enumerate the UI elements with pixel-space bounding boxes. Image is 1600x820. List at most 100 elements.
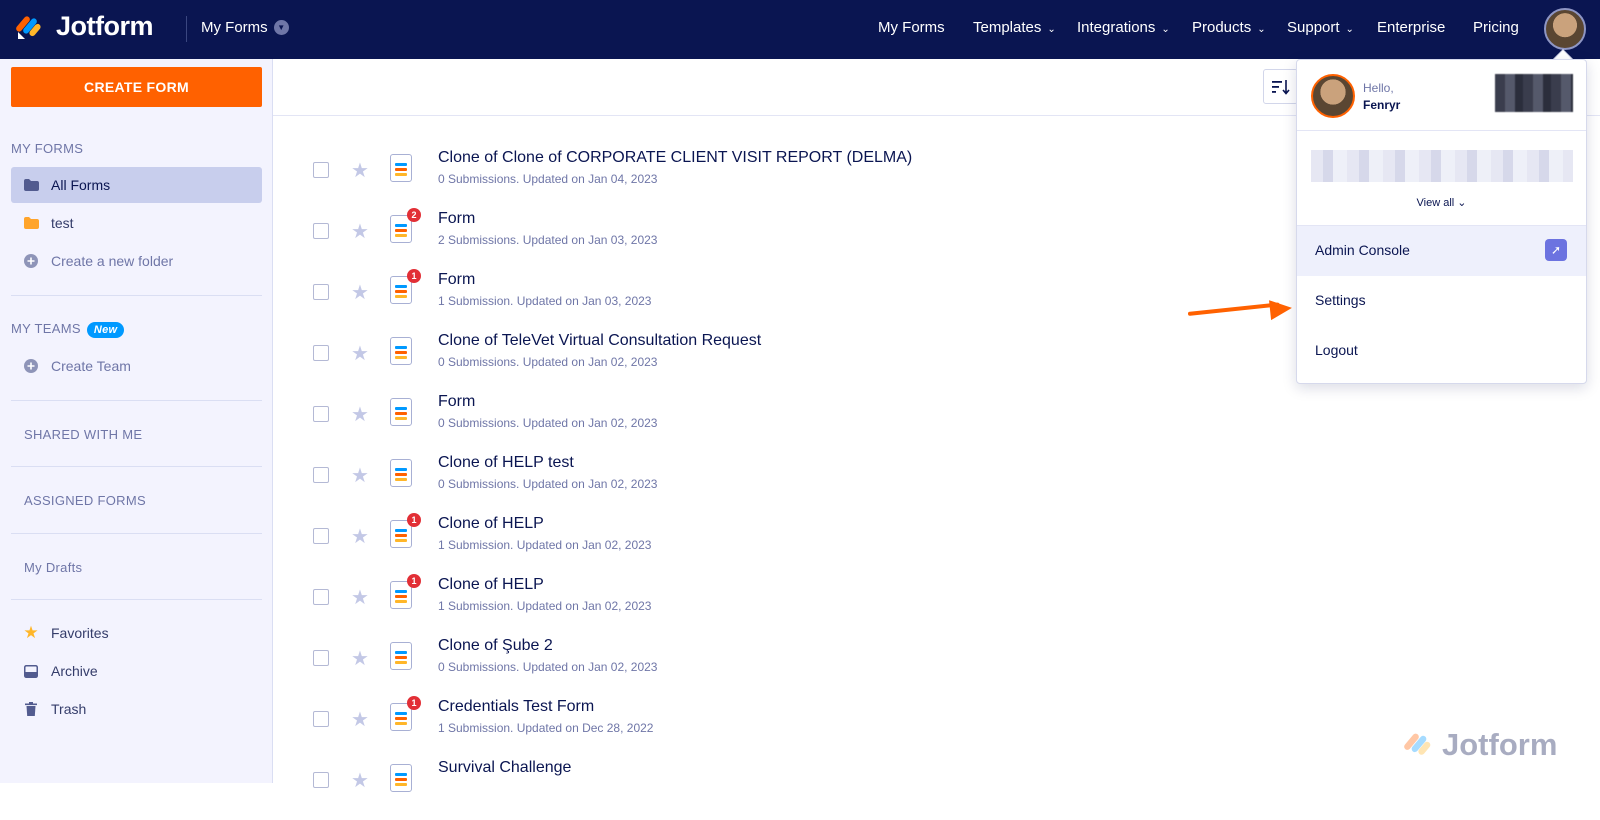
select-checkbox[interactable]: [313, 345, 329, 361]
my-forms-dropdown[interactable]: My Forms ▼: [201, 19, 289, 36]
settings-item[interactable]: Settings: [1315, 292, 1366, 308]
nav-support-label: Support: [1287, 19, 1340, 36]
nav-products[interactable]: Products ⌄: [1192, 19, 1266, 36]
form-row[interactable]: ★ Form 0 Submissions. Updated on Jan 02, 2…: [273, 393, 1273, 454]
star-icon[interactable]: ★: [351, 524, 369, 549]
trash-icon: [23, 702, 39, 716]
nav-support[interactable]: Support ⌄: [1287, 19, 1354, 36]
form-title[interactable]: Credentials Test Form: [438, 698, 594, 716]
select-checkbox[interactable]: [313, 711, 329, 727]
star-icon[interactable]: ★: [351, 280, 369, 305]
form-title[interactable]: Clone of HELP test: [438, 454, 574, 472]
form-title[interactable]: Clone of HELP: [438, 576, 544, 594]
form-title[interactable]: Clone of HELP: [438, 515, 544, 533]
divider: [11, 466, 262, 467]
star-icon[interactable]: ★: [351, 158, 369, 183]
create-team-button[interactable]: Create Team: [11, 348, 262, 384]
form-row[interactable]: ★ Clone of HELP test 0 Submissions. Update…: [273, 454, 1273, 515]
select-checkbox[interactable]: [313, 589, 329, 605]
top-navbar: Jotform My Forms ▼ My Forms Templates ⌄ I…: [0, 0, 1600, 59]
sidebar-item-label: All Forms: [51, 177, 111, 193]
nav-pricing[interactable]: Pricing: [1473, 19, 1519, 36]
view-all-label: View all: [1416, 197, 1455, 209]
form-meta: 0 Submissions. Updated on Jan 02, 2023: [438, 355, 658, 369]
select-checkbox[interactable]: [313, 223, 329, 239]
create-form-button[interactable]: CREATE FORM: [11, 67, 262, 107]
star-icon[interactable]: ★: [351, 463, 369, 488]
nav-templates[interactable]: Templates ⌄: [973, 19, 1056, 36]
star-icon[interactable]: ★: [351, 585, 369, 610]
form-meta: 0 Submissions. Updated on Jan 04, 2023: [438, 172, 658, 186]
jotform-watermark: Jotform: [1404, 727, 1557, 763]
select-checkbox[interactable]: [313, 528, 329, 544]
form-title[interactable]: Survival Challenge: [438, 759, 571, 777]
plus-circle-icon: [23, 254, 39, 268]
create-folder-button[interactable]: Create a new folder: [11, 243, 262, 279]
form-row[interactable]: ★ 1 Clone of HELP 1 Submission. Updated on …: [273, 513, 1273, 576]
nav-integrations[interactable]: Integrations ⌄: [1077, 19, 1170, 36]
my-teams-label: MY TEAMS: [11, 321, 81, 336]
create-folder-label: Create a new folder: [51, 253, 174, 269]
form-row[interactable]: ★ 2 Form 2 Submissions. Updated on Jan 03, …: [273, 208, 1273, 271]
form-title[interactable]: Clone of TeleVet Virtual Consultation Re…: [438, 332, 761, 350]
select-checkbox[interactable]: [313, 284, 329, 300]
chevron-down-icon: ⌄: [1257, 24, 1266, 35]
logout-item[interactable]: Logout: [1315, 342, 1358, 358]
user-avatar-button[interactable]: [1544, 8, 1586, 50]
sidebar-item-label: Trash: [51, 701, 87, 717]
create-team-label: Create Team: [51, 358, 131, 374]
view-all-button[interactable]: View all ⌄: [1297, 196, 1586, 209]
annotation-arrow-head: [1269, 297, 1293, 321]
assigned-forms-link[interactable]: ASSIGNED FORMS: [24, 493, 146, 508]
form-meta: 1 Submission. Updated on Jan 02, 2023: [438, 538, 652, 552]
my-drafts-link[interactable]: My Drafts: [24, 560, 82, 575]
form-row[interactable]: ★ Survival Challenge: [273, 759, 1273, 820]
chevron-down-icon: ⌄: [1345, 24, 1354, 35]
form-row[interactable]: ★ 1 Credentials Test Form 1 Submission. Upd…: [273, 696, 1273, 759]
sort-button[interactable]: [1263, 69, 1298, 104]
nav-products-label: Products: [1192, 19, 1252, 36]
nav-integrations-label: Integrations: [1077, 19, 1156, 36]
submission-count-badge: 1: [407, 696, 421, 710]
submission-count-badge: 1: [407, 574, 421, 588]
hello-text: Hello,: [1363, 81, 1394, 95]
star-icon[interactable]: ★: [351, 219, 369, 244]
select-checkbox[interactable]: [313, 467, 329, 483]
sidebar-item-trash[interactable]: Trash: [11, 691, 262, 727]
form-title[interactable]: Clone of Clone of CORPORATE CLIENT VISIT…: [438, 149, 912, 167]
form-icon: [390, 154, 412, 182]
form-meta: 0 Submissions. Updated on Jan 02, 2023: [438, 416, 658, 430]
shared-with-me-link[interactable]: SHARED WITH ME: [24, 427, 142, 442]
select-checkbox[interactable]: [313, 406, 329, 422]
jotform-logo[interactable]: Jotform: [16, 11, 154, 42]
form-row[interactable]: ★ Clone of TeleVet Virtual Consultation R…: [273, 332, 1273, 393]
admin-console-item[interactable]: Admin Console ➚: [1297, 226, 1586, 276]
form-icon: [390, 764, 412, 792]
star-icon[interactable]: ★: [351, 707, 369, 732]
select-checkbox[interactable]: [313, 772, 329, 788]
form-title[interactable]: Form: [438, 393, 475, 411]
sort-icon: [1271, 79, 1290, 95]
star-icon[interactable]: ★: [351, 341, 369, 366]
form-row[interactable]: ★ 1 Clone of HELP 1 Submission. Updated on …: [273, 574, 1273, 637]
form-title[interactable]: Clone of Şube 2: [438, 637, 553, 655]
divider: [11, 599, 262, 600]
star-icon[interactable]: ★: [351, 768, 369, 793]
form-icon: [390, 398, 412, 426]
star-icon[interactable]: ★: [351, 402, 369, 427]
select-checkbox[interactable]: [313, 650, 329, 666]
form-row[interactable]: ★ Clone of Clone of CORPORATE CLIENT VISI…: [273, 149, 1273, 210]
form-title[interactable]: Form: [438, 271, 475, 289]
star-icon[interactable]: ★: [351, 646, 369, 671]
user-menu-dropdown: Hello, Fenryr View all ⌄ Admin Console ➚…: [1296, 59, 1587, 384]
select-checkbox[interactable]: [313, 162, 329, 178]
sidebar-item-archive[interactable]: Archive: [11, 653, 262, 689]
nav-my-forms[interactable]: My Forms: [878, 19, 945, 36]
sidebar-item-all-forms[interactable]: All Forms: [11, 167, 262, 203]
sidebar-item-favorites[interactable]: ★ Favorites: [11, 615, 262, 651]
sidebar-item-test[interactable]: test: [11, 205, 262, 241]
form-title[interactable]: Form: [438, 210, 475, 228]
form-row[interactable]: ★ Clone of Şube 2 0 Submissions. Updated o…: [273, 637, 1273, 698]
nav-enterprise[interactable]: Enterprise: [1377, 19, 1445, 36]
form-row[interactable]: ★ 1 Form 1 Submission. Updated on Jan 03, 2…: [273, 269, 1273, 332]
